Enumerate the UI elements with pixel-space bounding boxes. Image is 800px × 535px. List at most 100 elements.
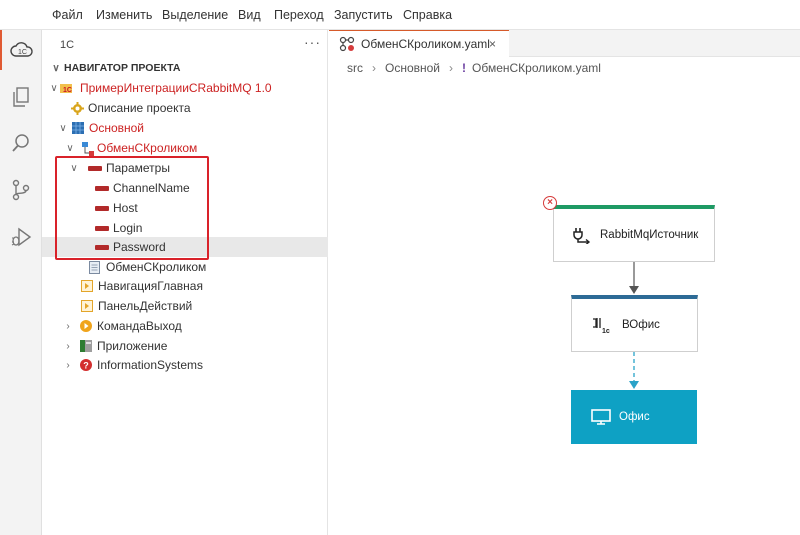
editor-tabs: ОбменСКроликом.yaml ×: [329, 30, 800, 57]
breadcrumb-folder[interactable]: Основной: [385, 61, 440, 75]
chevron-down-icon: ∨: [66, 142, 74, 154]
node-transform-office[interactable]: 1c ВОфис: [571, 295, 698, 352]
diagram-canvas[interactable]: RabbitMqИсточник × 1c ВОфис Офис: [329, 78, 800, 535]
arrow-head-icon: [629, 381, 639, 389]
project-navigator-sidebar: 1С ··· ∨ НАВИГАТОР ПРОЕКТА ∨ 1С ПримерИн…: [42, 30, 328, 535]
breadcrumb-src[interactable]: src: [347, 61, 363, 75]
tree-item-project-description[interactable]: Описание проекта: [42, 98, 328, 118]
tree-item-information-systems[interactable]: › ? InformationSystems: [42, 355, 328, 375]
tab-exchange-yaml[interactable]: ОбменСКроликом.yaml ×: [329, 30, 509, 57]
debug-icon: [11, 227, 32, 247]
editor-area: ОбменСКроликом.yaml × src › Основной › !…: [329, 30, 800, 535]
tree-label: Host: [113, 201, 138, 215]
tree-item-exchange[interactable]: ∨ ОбменСКроликом: [42, 138, 328, 158]
svg-text:1С: 1С: [63, 87, 72, 94]
menu-edit[interactable]: Изменить: [96, 8, 152, 22]
attribute-icon: [95, 206, 109, 211]
activity-search[interactable]: [0, 123, 42, 163]
integration-diagram-icon: [339, 36, 355, 52]
tab-label: ОбменСКроликом.yaml: [361, 37, 490, 51]
tree-label: Login: [113, 221, 143, 235]
menu-help[interactable]: Справка: [403, 8, 452, 22]
form-icon: [81, 280, 93, 292]
chevron-down-icon: ∨: [59, 122, 67, 134]
tree-item-param-host[interactable]: Host: [42, 198, 328, 218]
attribute-icon: [95, 226, 109, 231]
activity-source-control[interactable]: [0, 170, 42, 210]
files-icon: [13, 87, 29, 107]
error-icon: ×: [543, 196, 557, 210]
node-label: Офис: [619, 411, 650, 423]
tree-label: Описание проекта: [88, 101, 191, 115]
tree-item-application[interactable]: › Приложение: [42, 336, 328, 356]
menu-view[interactable]: Вид: [238, 8, 261, 22]
tree-item-parameters[interactable]: ∨ Параметры: [42, 158, 328, 178]
breadcrumb-file[interactable]: ОбменСКроликом.yaml: [472, 61, 601, 75]
subsystem-icon: [72, 122, 84, 134]
application-icon: [80, 340, 92, 352]
form-icon: [81, 300, 93, 312]
diagram-connectors: [629, 262, 639, 389]
chevron-right-icon: ›: [372, 61, 376, 75]
node-office-target[interactable]: Офис: [571, 390, 697, 444]
menu-bar: Файл Изменить Выделение Вид Переход Запу…: [0, 0, 800, 30]
node-label: ВОфис: [622, 319, 660, 331]
tree-item-project[interactable]: ∨ 1С ПримерИнтеграцииCRabbitMQ 1.0: [42, 78, 328, 98]
tree-label: ПримерИнтеграцииCRabbitMQ 1.0: [80, 81, 272, 95]
tree-label: Password: [113, 240, 166, 254]
tree-item-exchange-file[interactable]: ОбменСКроликом: [42, 257, 328, 277]
tree-item-nav-main[interactable]: НавигацияГлавная: [42, 276, 328, 296]
chevron-right-icon: ›: [66, 320, 70, 332]
chevron-down-icon: ∨: [50, 82, 58, 94]
source-control-icon: [12, 179, 30, 201]
menu-run[interactable]: Запустить: [334, 8, 393, 22]
menu-file[interactable]: Файл: [52, 8, 83, 22]
attribute-icon: [88, 166, 102, 171]
tree-label: ChannelName: [113, 181, 190, 195]
tree-item-subsystem[interactable]: ∨ Основной: [42, 118, 328, 138]
node-label: RabbitMqИсточник: [600, 229, 699, 241]
menu-go[interactable]: Переход: [274, 8, 324, 22]
tree-label: ОбменСКроликом: [106, 260, 207, 274]
tree-item-actions-panel[interactable]: ПанельДействий: [42, 296, 328, 316]
gear-icon: [71, 102, 84, 115]
breadcrumb: src › Основной › ! ОбменСКроликом.yaml: [347, 61, 601, 75]
activity-explorer[interactable]: [0, 77, 42, 117]
chevron-right-icon: ›: [449, 61, 454, 75]
yaml-file-icon: !: [462, 61, 467, 75]
tree-label: Основной: [89, 121, 145, 135]
tree-item-param-password[interactable]: Password: [42, 237, 328, 257]
tree-label: НавигацияГлавная: [98, 279, 203, 293]
tree-item-param-login[interactable]: Login: [42, 218, 328, 238]
command-icon: [80, 320, 92, 332]
exchange-icon: [80, 142, 94, 156]
menu-selection[interactable]: Выделение: [162, 8, 228, 22]
tree-label: Параметры: [106, 161, 170, 175]
document-icon: [89, 261, 101, 274]
activity-bar: 1C: [0, 30, 42, 535]
close-icon[interactable]: ×: [489, 37, 496, 51]
activity-run-debug[interactable]: [0, 217, 42, 257]
tree-item-command-exit[interactable]: › КомандаВыход: [42, 316, 328, 336]
attribute-icon: [95, 245, 109, 250]
activity-1c-cloud[interactable]: 1C: [0, 30, 42, 70]
section-title-label: НАВИГАТОР ПРОЕКТА: [64, 62, 181, 74]
plug-icon: [573, 228, 591, 244]
node-rabbitmq-source[interactable]: RabbitMqИсточник: [553, 205, 715, 262]
tree-label: ПанельДействий: [98, 299, 193, 313]
arrow-head-icon: [629, 286, 639, 294]
1c-project-icon: 1С: [60, 82, 72, 94]
attribute-icon: [95, 186, 109, 191]
tree-label: Приложение: [97, 339, 168, 353]
search-icon: [12, 134, 29, 152]
section-title[interactable]: ∨ НАВИГАТОР ПРОЕКТА: [50, 62, 180, 74]
transform-1c-icon: 1c: [593, 318, 610, 335]
chevron-right-icon: ›: [66, 340, 70, 352]
svg-text:1c: 1c: [602, 328, 610, 335]
more-actions-button[interactable]: ···: [304, 34, 321, 50]
tree-label: InformationSystems: [97, 358, 204, 372]
chevron-down-icon: ∨: [70, 162, 78, 174]
chevron-right-icon: ›: [66, 359, 70, 371]
tree-label: ОбменСКроликом: [97, 141, 198, 155]
tree-item-param-channelname[interactable]: ChannelName: [42, 178, 328, 198]
